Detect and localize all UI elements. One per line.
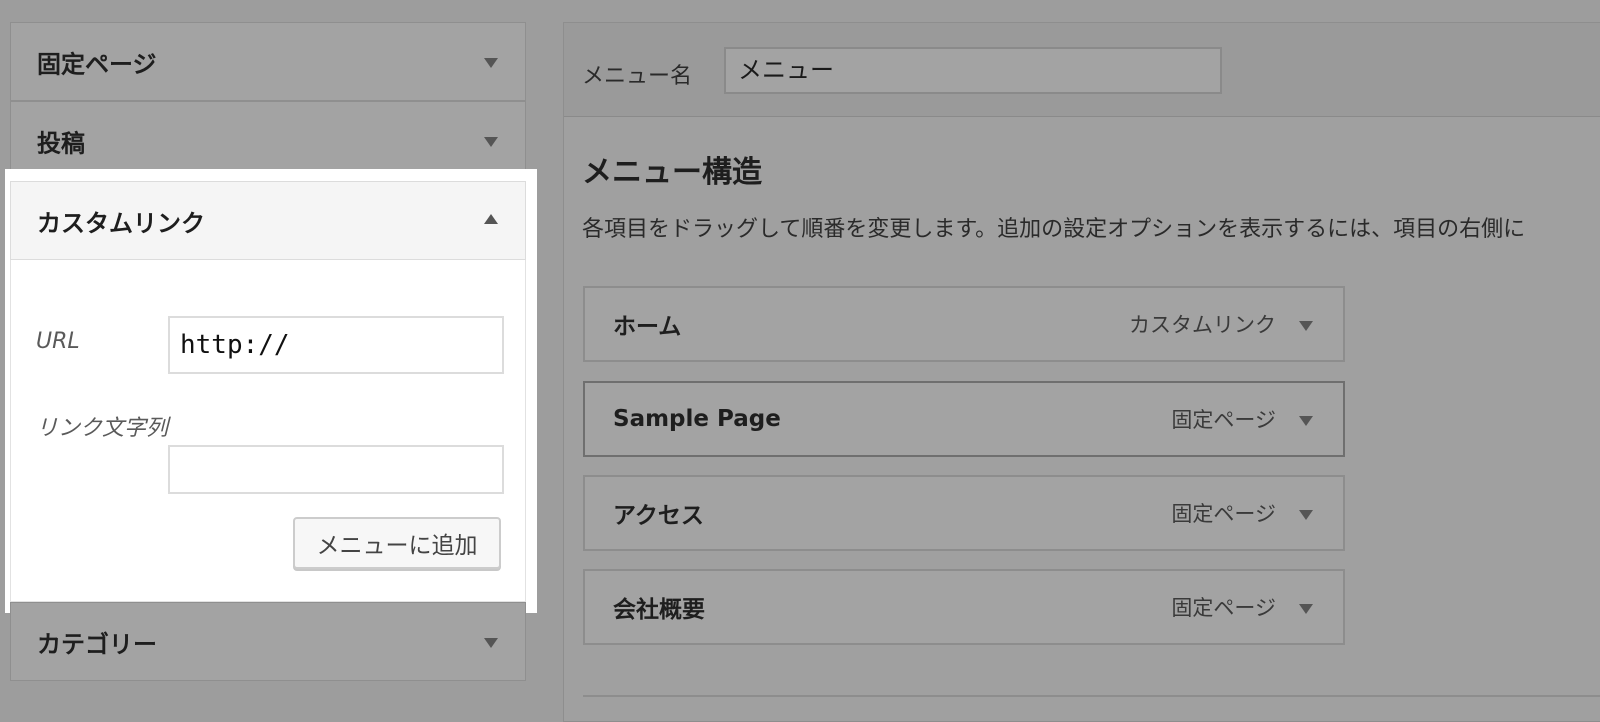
menu-name-label: メニュー名 [582, 64, 693, 89]
menu-item-title: Sample Page [613, 406, 781, 432]
menu-structure-title: メニュー構造 [582, 155, 762, 190]
url-input-value: http:// [180, 330, 290, 360]
accordion-title-custom-links: カスタムリンク [37, 209, 205, 237]
url-input[interactable]: http:// [168, 316, 504, 374]
menu-item-type: 固定ページ [1171, 502, 1276, 526]
menu-item[interactable]: Sample Page 固定ページ [583, 381, 1345, 457]
chevron-up-icon [484, 214, 498, 224]
link-text-input[interactable] [168, 445, 504, 494]
accordion-section-categories[interactable]: カテゴリー [10, 602, 526, 681]
accordion-section-custom-links[interactable]: カスタムリンク [10, 181, 526, 260]
menu-item-title: 会社概要 [613, 597, 705, 623]
menu-item-type: カスタムリンク [1129, 313, 1276, 337]
menu-name-input[interactable]: メニュー [724, 47, 1222, 94]
menu-item-title: ホーム [613, 314, 682, 340]
menu-item[interactable]: アクセス 固定ページ [583, 475, 1345, 551]
chevron-down-icon[interactable] [1299, 604, 1313, 614]
menu-item-type: 固定ページ [1171, 408, 1276, 432]
divider [583, 695, 1600, 697]
chevron-down-icon[interactable] [1299, 510, 1313, 520]
chevron-down-icon [484, 58, 498, 68]
chevron-down-icon [484, 137, 498, 147]
menu-item[interactable]: 会社概要 固定ページ [583, 569, 1345, 645]
url-label: URL [36, 329, 80, 354]
menu-item[interactable]: ホーム カスタムリンク [583, 286, 1345, 362]
chevron-down-icon[interactable] [1299, 321, 1313, 331]
chevron-down-icon [484, 638, 498, 648]
menu-item-type: 固定ページ [1171, 596, 1276, 620]
menu-item-title: アクセス [613, 503, 704, 529]
accordion-title-posts: 投稿 [37, 129, 85, 157]
accordion-title-pages: 固定ページ [37, 50, 157, 78]
link-text-label: リンク文字列 [36, 416, 169, 441]
menu-structure-description: 各項目をドラッグして順番を変更します。追加の設定オプションを表示するには、項目の… [582, 217, 1526, 242]
add-to-menu-button[interactable]: メニューに追加 [293, 517, 501, 569]
accordion-section-pages[interactable]: 固定ページ [10, 22, 526, 101]
chevron-down-icon[interactable] [1299, 416, 1313, 426]
accordion-title-categories: カテゴリー [37, 630, 157, 658]
